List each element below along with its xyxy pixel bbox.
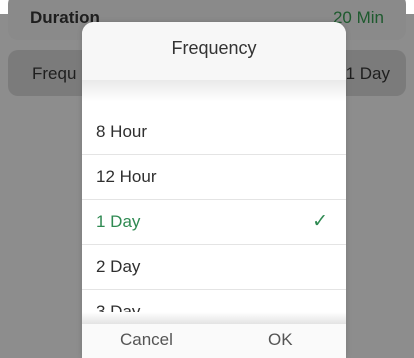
frequency-picker-dialog: Frequency 8 Hour 12 Hour 1 Day ✓ 2 Day 3… [82, 22, 346, 358]
ok-button[interactable]: OK [268, 330, 293, 350]
option-label: 12 Hour [96, 167, 157, 186]
frequency-label: Frequ [32, 64, 77, 83]
picker-bottom-fade [82, 312, 346, 324]
option-label: 1 Day [96, 212, 141, 231]
picker-top-fade [82, 80, 346, 102]
option-12-hour[interactable]: 12 Hour [82, 155, 346, 200]
dialog-title: Frequency [82, 22, 346, 81]
cancel-button[interactable]: Cancel [120, 330, 173, 350]
option-label: 8 Hour [96, 122, 148, 141]
frequency-options-list: 8 Hour 12 Hour 1 Day ✓ 2 Day 3 Day [82, 110, 346, 335]
checkmark-icon: ✓ [312, 211, 328, 232]
dialog-actions: Cancel OK [82, 324, 346, 358]
option-2-day[interactable]: 2 Day [82, 245, 346, 290]
option-label: 2 Day [96, 257, 141, 276]
option-8-hour[interactable]: 8 Hour [82, 110, 346, 155]
frequency-value: 1 Day [345, 64, 390, 83]
option-1-day[interactable]: 1 Day ✓ [82, 200, 346, 245]
